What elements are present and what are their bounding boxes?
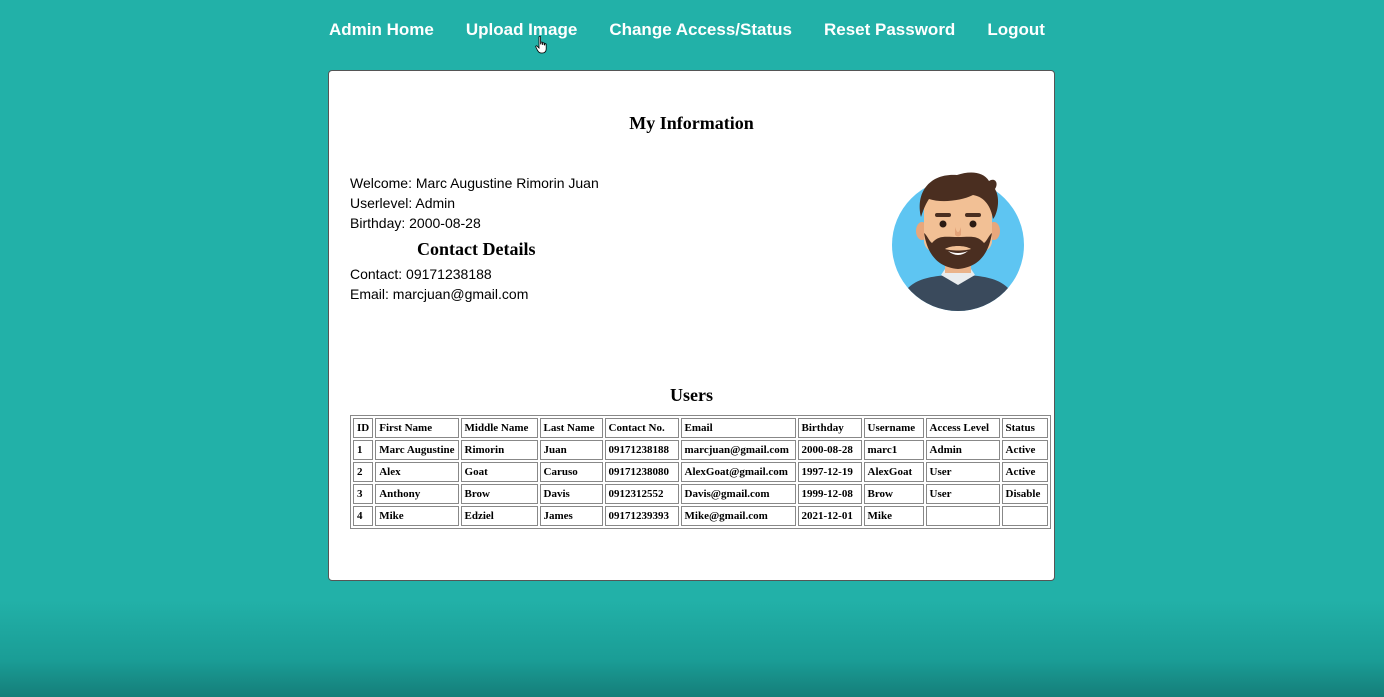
cell-middle-name: Brow — [460, 484, 538, 504]
column-header-status: Status — [1001, 418, 1048, 438]
cell-email: Mike@gmail.com — [680, 506, 796, 526]
nav-admin-home[interactable]: Admin Home — [329, 20, 434, 40]
cell-access-level — [925, 506, 1000, 526]
cell-birthday: 2000-08-28 — [797, 440, 862, 460]
table-row: 4 Mike Edziel James 09171239393 Mike@gma… — [353, 506, 1048, 526]
cell-email: AlexGoat@gmail.com — [680, 462, 796, 482]
page-title: My Information — [629, 113, 754, 133]
cell-birthday: 1999-12-08 — [797, 484, 862, 504]
column-header-first-name: First Name — [375, 418, 459, 438]
cell-birthday: 2021-12-01 — [797, 506, 862, 526]
nav-logout[interactable]: Logout — [987, 20, 1045, 40]
cell-first-name: Marc Augustine — [375, 440, 459, 460]
cell-first-name: Mike — [375, 506, 459, 526]
column-header-middle-name: Middle Name — [460, 418, 538, 438]
cell-status — [1001, 506, 1048, 526]
welcome-text: Welcome: Marc Augustine Rimorin Juan — [350, 175, 599, 191]
cell-username: Brow — [863, 484, 924, 504]
cell-first-name: Alex — [375, 462, 459, 482]
cell-email: marcjuan@gmail.com — [680, 440, 796, 460]
cell-contact-no: 09171239393 — [604, 506, 679, 526]
users-title: Users — [670, 385, 713, 405]
top-nav: Admin Home Upload Image Change Access/St… — [329, 18, 1045, 42]
cell-status: Active — [1001, 462, 1048, 482]
contact-text: Contact: 09171238188 — [350, 266, 492, 282]
column-header-id: ID — [353, 418, 374, 438]
cell-last-name: Juan — [539, 440, 603, 460]
cell-contact-no: 09171238080 — [604, 462, 679, 482]
birthday-text: Birthday: 2000-08-28 — [350, 215, 481, 231]
cell-last-name: James — [539, 506, 603, 526]
info-card: My Information Welcome: Marc Augustine R… — [328, 70, 1055, 581]
cell-access-level: User — [925, 484, 1000, 504]
cell-birthday: 1997-12-19 — [797, 462, 862, 482]
table-header-row: ID First Name Middle Name Last Name Cont… — [353, 418, 1048, 438]
nav-upload-image[interactable]: Upload Image — [466, 20, 577, 40]
column-header-contact-no: Contact No. — [604, 418, 679, 438]
cell-contact-no: 09171238188 — [604, 440, 679, 460]
cell-id: 2 — [353, 462, 374, 482]
cell-first-name: Anthony — [375, 484, 459, 504]
table-row: 2 Alex Goat Caruso 09171238080 AlexGoat@… — [353, 462, 1048, 482]
cell-id: 3 — [353, 484, 374, 504]
cell-last-name: Davis — [539, 484, 603, 504]
column-header-email: Email — [680, 418, 796, 438]
column-header-username: Username — [863, 418, 924, 438]
cell-last-name: Caruso — [539, 462, 603, 482]
cell-contact-no: 0912312552 — [604, 484, 679, 504]
table-row: 1 Marc Augustine Rimorin Juan 0917123818… — [353, 440, 1048, 460]
column-header-access-level: Access Level — [925, 418, 1000, 438]
contact-details-heading: Contact Details — [417, 239, 536, 259]
nav-change-access-status[interactable]: Change Access/Status — [609, 20, 792, 40]
avatar-icon — [892, 172, 1024, 311]
table-row: 3 Anthony Brow Davis 0912312552 Davis@gm… — [353, 484, 1048, 504]
nav-reset-password[interactable]: Reset Password — [824, 20, 955, 40]
cell-username: Mike — [863, 506, 924, 526]
cell-access-level: Admin — [925, 440, 1000, 460]
hand-cursor-icon — [535, 36, 547, 54]
users-table: ID First Name Middle Name Last Name Cont… — [350, 415, 1051, 529]
cell-email: Davis@gmail.com — [680, 484, 796, 504]
cell-username: AlexGoat — [863, 462, 924, 482]
userlevel-text: Userlevel: Admin — [350, 195, 456, 211]
email-text: Email: marcjuan@gmail.com — [350, 286, 529, 302]
cell-id: 4 — [353, 506, 374, 526]
cell-access-level: User — [925, 462, 1000, 482]
cell-middle-name: Edziel — [460, 506, 538, 526]
cell-middle-name: Rimorin — [460, 440, 538, 460]
column-header-birthday: Birthday — [797, 418, 862, 438]
cell-status: Disable — [1001, 484, 1048, 504]
cell-status: Active — [1001, 440, 1048, 460]
cell-middle-name: Goat — [460, 462, 538, 482]
cell-username: marc1 — [863, 440, 924, 460]
page: Admin Home Upload Image Change Access/St… — [0, 0, 1384, 697]
cell-id: 1 — [353, 440, 374, 460]
column-header-last-name: Last Name — [539, 418, 603, 438]
